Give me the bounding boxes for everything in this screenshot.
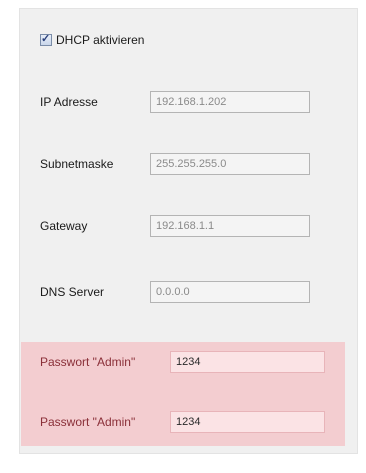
ip-address-label: IP Adresse [40, 95, 98, 109]
subnet-mask-row: Subnetmaske 255.255.255.0 [40, 153, 340, 175]
password-row-2: Passwort "Admin" 1234 [40, 411, 340, 433]
network-settings-panel: ✓ DHCP aktivieren IP Adresse 192.168.1.2… [19, 8, 358, 454]
dhcp-label: DHCP aktivieren [56, 33, 145, 47]
password-label-2: Passwort "Admin" [40, 415, 136, 429]
gateway-field[interactable]: 192.168.1.1 [150, 215, 310, 237]
dns-server-field[interactable]: 0.0.0.0 [150, 281, 310, 303]
password-field-2[interactable]: 1234 [170, 411, 325, 433]
subnet-mask-label: Subnetmaske [40, 157, 114, 171]
ip-address-field[interactable]: 192.168.1.202 [150, 91, 310, 113]
gateway-row: Gateway 192.168.1.1 [40, 215, 340, 237]
subnet-mask-field[interactable]: 255.255.255.0 [150, 153, 310, 175]
dhcp-checkbox-row[interactable]: ✓ DHCP aktivieren [40, 33, 144, 47]
gateway-label: Gateway [40, 219, 88, 233]
check-icon: ✓ [41, 33, 51, 45]
dns-server-row: DNS Server 0.0.0.0 [40, 281, 340, 303]
dns-server-label: DNS Server [40, 285, 105, 299]
password-field-1[interactable]: 1234 [170, 351, 325, 373]
dhcp-checkbox[interactable]: ✓ [40, 33, 52, 46]
password-row-1: Passwort "Admin" 1234 [40, 351, 340, 373]
ip-address-row: IP Adresse 192.168.1.202 [40, 91, 340, 113]
password-label-1: Passwort "Admin" [40, 355, 136, 369]
